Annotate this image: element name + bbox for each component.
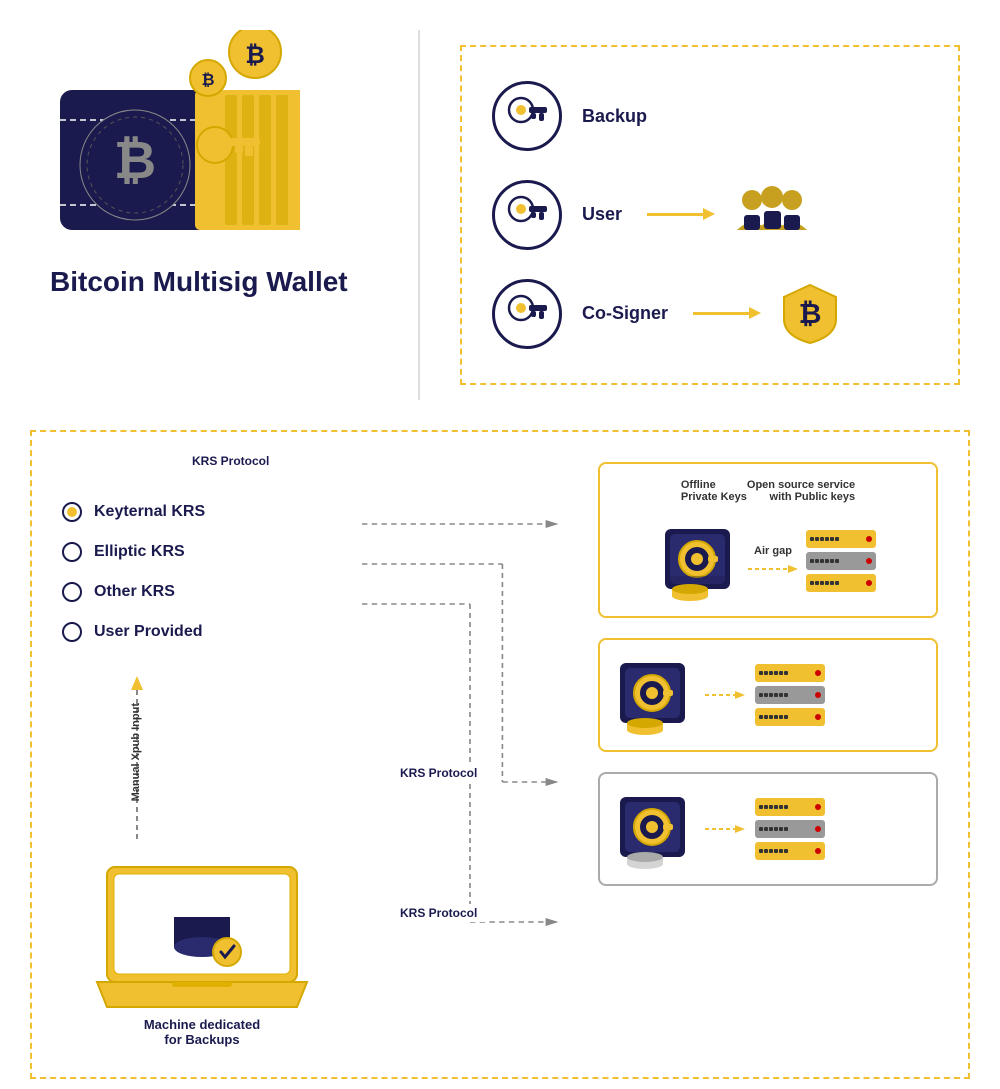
cosigner-arrow <box>693 312 753 315</box>
vault-box-1: OfflinePrivate Keys Open source servicew… <box>598 462 938 618</box>
air-gap-arrow <box>748 561 798 577</box>
radio-keyternal[interactable] <box>62 502 82 522</box>
page-container: ₿ ₿ ₿ Bitcoin Multisig Wallet <box>0 0 1000 1079</box>
backup-key-circle <box>492 81 562 151</box>
krs-protocol-label-2: KRS Protocol <box>392 764 485 782</box>
user-group-icon <box>732 185 812 245</box>
laptop-illustration: Machine dedicatedfor Backups <box>92 862 312 1047</box>
safe-icon-2 <box>615 655 695 735</box>
bitcoin-shield-icon: ₿ <box>778 281 843 346</box>
user-arrow <box>647 213 707 216</box>
safe-icon-1 <box>660 521 740 601</box>
right-panel: Backup User <box>420 30 960 400</box>
backup-label: Backup <box>582 106 647 127</box>
user-key-circle <box>492 180 562 250</box>
svg-text:₿: ₿ <box>799 298 822 329</box>
cosigner-key-row: Co-Signer ₿ <box>492 279 928 349</box>
connector-arrows <box>362 462 578 1022</box>
vault-1-labels: OfflinePrivate Keys Open source servicew… <box>681 479 855 503</box>
keys-dashed-box: Backup User <box>460 45 960 385</box>
krs-item-keyternal: Keyternal KRS <box>62 502 312 522</box>
cosigner-key-circle <box>492 279 562 349</box>
top-section: ₿ ₿ ₿ Bitcoin Multisig Wallet <box>0 0 1000 420</box>
krs-list: Keyternal KRS Elliptic KRS Other KRS Use… <box>62 502 312 642</box>
svg-text:₿: ₿ <box>245 42 265 69</box>
svg-text:₿: ₿ <box>114 132 156 190</box>
user-label: User <box>582 204 622 225</box>
server-stack-3 <box>755 798 825 860</box>
krs-item-elliptic: Elliptic KRS <box>62 542 312 562</box>
backup-key-row: Backup <box>492 81 928 151</box>
bottom-section: KRS Protocol Keyternal KRS Elliptic KRS <box>30 430 970 1079</box>
server-stack-2 <box>755 664 825 726</box>
vault3-arrow <box>705 821 745 837</box>
user-key-row: User <box>492 180 928 250</box>
server-stack-1 <box>806 530 876 592</box>
vaults-column: OfflinePrivate Keys Open source servicew… <box>598 462 938 886</box>
safe-icon-3 <box>615 789 695 869</box>
radio-user-provided[interactable] <box>62 622 82 642</box>
wallet-illustration: ₿ ₿ ₿ <box>40 30 340 250</box>
svg-text:₿: ₿ <box>201 71 214 89</box>
cosigner-label: Co-Signer <box>582 303 668 324</box>
krs-protocol-label-3: KRS Protocol <box>392 904 485 922</box>
krs-protocol-top-label: KRS Protocol <box>182 452 279 470</box>
vault2-arrow <box>705 687 745 703</box>
vault-box-2 <box>598 638 938 752</box>
krs-item-other: Other KRS <box>62 582 312 602</box>
radio-elliptic[interactable] <box>62 542 82 562</box>
left-panel: ₿ ₿ ₿ Bitcoin Multisig Wallet <box>40 30 420 400</box>
manual-xpub-label: Manual Xpub Input <box>130 672 142 832</box>
krs-item-user-provided: User Provided <box>62 622 312 642</box>
radio-other[interactable] <box>62 582 82 602</box>
vault-box-3 <box>598 772 938 886</box>
wallet-title: Bitcoin Multisig Wallet <box>40 265 348 299</box>
